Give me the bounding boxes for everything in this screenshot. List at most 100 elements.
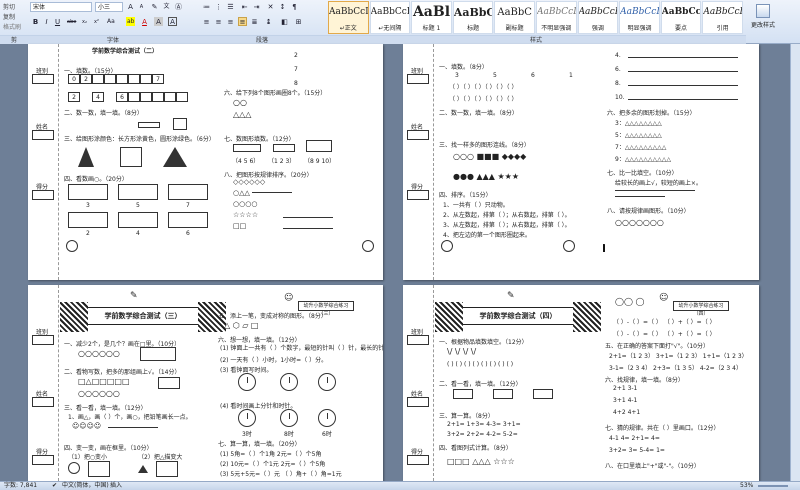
style-item[interactable]: AaBbC 标题 — [452, 1, 494, 34]
mascot-icon: ☺ — [659, 293, 669, 303]
phonetic-icon[interactable]: 文 — [162, 2, 171, 11]
align-center-icon[interactable]: ≡ — [214, 17, 223, 26]
score-field[interactable] — [407, 190, 429, 200]
sort-icon[interactable]: ↕ — [278, 2, 287, 11]
zoom-slider[interactable] — [758, 485, 788, 487]
char-shading-button[interactable]: A — [154, 17, 163, 26]
language-indicator[interactable]: 中文(简体，中国) — [62, 482, 109, 490]
class-field[interactable] — [407, 74, 429, 84]
style-item[interactable]: AaBbCcDd引用 — [702, 1, 743, 34]
page-4[interactable]: 班别 姓名 得分 学前数学综合测试（四） ✎ 一、根据物品填数填空。（12分） … — [403, 285, 759, 481]
group-label-font: 字体 — [28, 35, 198, 44]
group-label-styles: 样式 — [326, 35, 746, 44]
name-field[interactable] — [32, 130, 54, 140]
underline-button[interactable]: U — [53, 17, 62, 26]
clock-icon — [280, 409, 298, 427]
pencil-icon: ✎ — [130, 291, 138, 301]
change-case-button[interactable]: Aa — [106, 17, 115, 26]
page-badge: 幼升小数学综合练习（三） — [298, 301, 354, 317]
bullets-icon[interactable]: ≔ — [202, 2, 211, 11]
style-item[interactable]: AaBbCcDd不明显强调 — [535, 1, 577, 34]
cut-button[interactable]: 剪切 — [3, 2, 15, 11]
page-3[interactable]: 班别 姓名 得分 学前数学综合测试（三） ✎ 一、减少2个，是几个？画在□里。（… — [28, 285, 383, 481]
score-field[interactable] — [407, 455, 429, 465]
mascot-icon — [362, 240, 374, 252]
clear-format-icon[interactable]: ✎ — [150, 2, 159, 11]
superscript-button[interactable]: x² — [92, 17, 101, 26]
shading-icon[interactable]: ◧ — [280, 17, 289, 26]
show-marks-icon[interactable]: ¶ — [290, 2, 299, 11]
multilevel-list-icon[interactable]: ☰ — [226, 2, 235, 11]
class-field[interactable] — [32, 74, 54, 84]
highlight-button[interactable]: ab — [126, 17, 135, 26]
style-item[interactable]: AaBbCcDd强调 — [577, 1, 619, 34]
bold-button[interactable]: B — [31, 17, 40, 26]
borders-icon[interactable]: ⊞ — [294, 17, 303, 26]
font-size-select[interactable]: 小三 — [95, 2, 123, 12]
styles-gallery: AaBbCcDd↵正文 AaBbCcDd↵无间隔 AaBl标题 1 AaBbC标… — [328, 1, 744, 34]
name-field[interactable] — [407, 130, 429, 140]
style-item[interactable]: AaBbCcDd↵正文 — [328, 1, 369, 34]
score-field[interactable] — [32, 190, 54, 200]
class-field[interactable] — [32, 335, 54, 345]
justify-icon[interactable]: ≡ — [238, 17, 247, 26]
style-item[interactable]: AaBbC 副标题 — [494, 1, 535, 34]
change-styles-button[interactable]: 更改样式 — [748, 1, 778, 34]
clock-icon — [318, 373, 336, 391]
class-field[interactable] — [407, 335, 429, 345]
group-label-clipboard: 剪 — [0, 35, 28, 44]
char-border-button[interactable]: A — [168, 17, 177, 26]
title-banner: 学前数学综合测试（四） — [435, 302, 601, 332]
style-item[interactable]: AaBbCcDd↵无间隔 — [369, 1, 411, 34]
name-field[interactable] — [32, 397, 54, 407]
mascot-icon — [66, 240, 78, 252]
insert-mode[interactable]: 插入 — [110, 482, 122, 490]
distributed-icon[interactable]: ≣ — [250, 17, 259, 26]
mascot-icon: ☺ — [284, 293, 294, 303]
clock-icon — [280, 373, 298, 391]
font-name-select[interactable]: 宋体 — [30, 2, 92, 12]
line-spacing-icon[interactable]: ↨ — [264, 17, 273, 26]
strikethrough-button[interactable]: abe — [66, 17, 76, 26]
align-right-icon[interactable]: ≡ — [226, 17, 235, 26]
shrink-font-button[interactable]: A — [137, 2, 146, 11]
page-title: 学前数学综合测试（二） — [92, 48, 159, 55]
score-field[interactable] — [32, 455, 54, 465]
clock-icon — [238, 409, 256, 427]
word-count[interactable]: 字数: 7,841 — [4, 482, 37, 490]
page-2[interactable]: 班别 姓名 得分 一、填数。（8分） 3 5 6 1 （ ）（ ）（ ）（ ）（… — [403, 44, 759, 280]
chinese-layout-icon[interactable]: ✕ — [266, 2, 275, 11]
ribbon: 剪切 复制 格式刷 宋体 小三 A A ✎ 文 Ⓐ B I U abe x₂ x… — [0, 0, 800, 44]
align-left-icon[interactable]: ≡ — [202, 17, 211, 26]
style-item[interactable]: AaBbCcDd要点 — [660, 1, 702, 34]
spell-check-icon[interactable]: ✔ — [52, 482, 57, 490]
page-badge: 幼升小数学综合练习（四） — [673, 301, 729, 317]
status-bar: 字数: 7,841 ✔ 中文(简体，中国) 插入 53% — [0, 481, 800, 490]
font-color-button[interactable]: A — [140, 17, 149, 26]
page-title: 学前数学综合测试（四） — [479, 312, 557, 320]
style-item[interactable]: AaBbCcDd明显强调 — [619, 1, 660, 34]
grow-font-button[interactable]: A — [126, 2, 135, 11]
copy-button[interactable]: 复制 — [3, 12, 15, 21]
decrease-indent-icon[interactable]: ⇤ — [240, 2, 249, 11]
mascot-icon — [563, 240, 575, 252]
page-title: 学前数学综合测试（三） — [104, 312, 182, 320]
style-item[interactable]: AaBl 标题 1 — [411, 1, 452, 34]
pencil-icon: ✎ — [507, 291, 515, 301]
group-label-paragraph: 段落 — [198, 35, 326, 44]
zoom-level[interactable]: 53% — [740, 482, 753, 490]
format-painter-button[interactable]: 格式刷 — [3, 22, 21, 31]
change-styles-icon — [756, 4, 770, 18]
clock-icon — [238, 373, 256, 391]
italic-button[interactable]: I — [42, 17, 51, 26]
subscript-button[interactable]: x₂ — [80, 17, 89, 26]
name-field[interactable] — [407, 397, 429, 407]
mascot-icon — [441, 240, 453, 252]
vertical-scrollbar[interactable] — [790, 44, 800, 481]
page-1[interactable]: 班别 姓名 得分 学前数学综合测试（二） 一、填数。（15分） 0 2 7 2 … — [28, 44, 383, 280]
title-banner: 学前数学综合测试（三） — [60, 302, 226, 332]
enclose-char-icon[interactable]: Ⓐ — [174, 2, 183, 11]
increase-indent-icon[interactable]: ⇥ — [252, 2, 261, 11]
clock-icon — [318, 409, 336, 427]
numbering-icon[interactable]: ⋮ — [214, 2, 223, 11]
